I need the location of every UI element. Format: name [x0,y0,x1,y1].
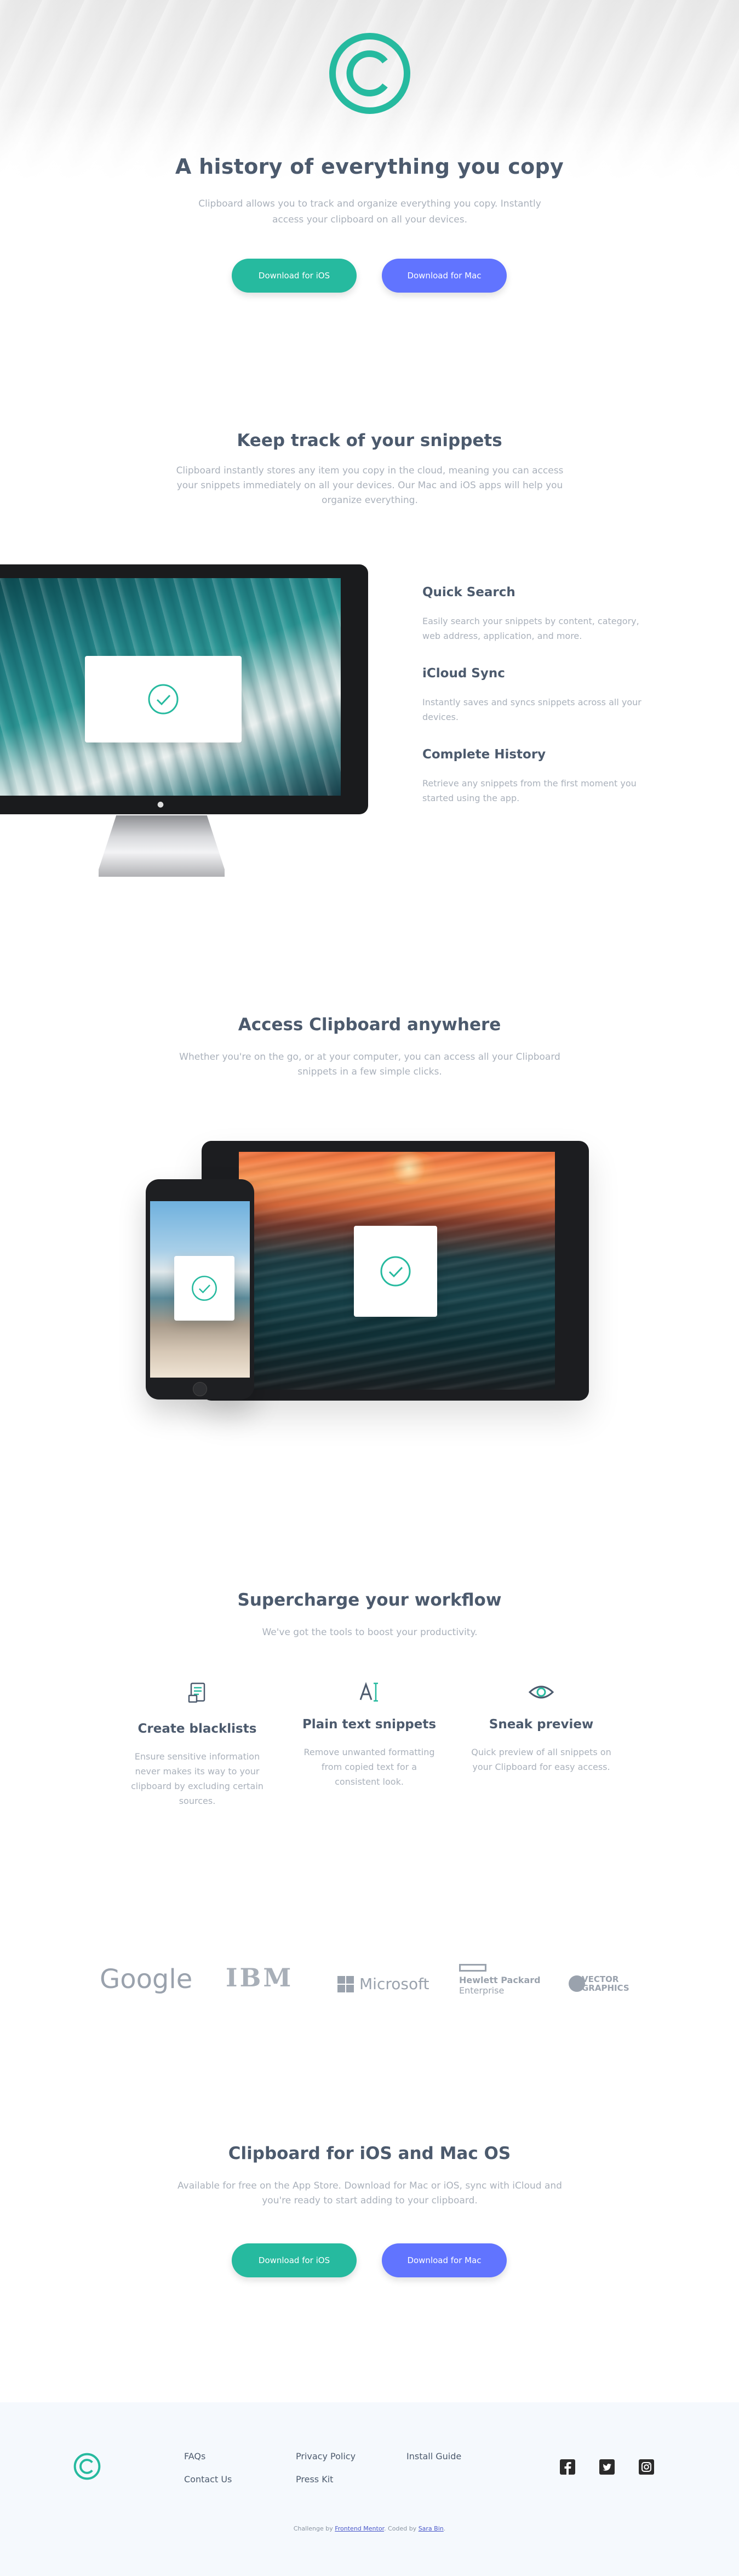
footer-link-privacy-policy[interactable]: Privacy Policy [296,2451,356,2461]
footer [0,2402,739,2576]
workflow-item-text-sneak-preview: Quick preview of all snippets on your Cl… [471,1747,611,1772]
footer-link-faqs[interactable]: FAQs [184,2451,205,2461]
workflow-description: We've got the tools to boost your produc… [262,1627,478,1638]
workflow-item-title-plain-text: Plain text snippets [302,1717,437,1732]
workflow-item-title-sneak-preview: Sneak preview [489,1717,594,1732]
instagram-icon[interactable] [638,2459,655,2475]
clipboard-logo-icon [329,33,410,114]
google-logo: Google [100,1964,193,1995]
microsoft-squares-icon [337,1975,354,1992]
feature-title-complete-history: Complete History [422,747,546,762]
check-circle-icon [148,684,179,715]
page: A history of everything you copy Clipboa… [0,0,739,2576]
blacklist-icon [188,1682,205,1703]
feature-text-quick-search: Easily search your snippets by content, … [422,616,639,641]
attribution-mid: . Coded by [384,2525,417,2532]
cta-download-ios-button[interactable]: Download for iOS [232,2243,357,2277]
footer-logo-icon[interactable] [73,2453,101,2480]
check-circle-icon [192,1276,217,1301]
vector-line2: GRAPHICS [582,1983,629,1993]
hp-line2: Enterprise [459,1985,505,1996]
vector-line1: VECTOR [582,1974,619,1984]
access-title: Access Clipboard anywhere [238,1015,501,1035]
facebook-icon[interactable] [559,2459,576,2475]
feature-title-icloud-sync: iCloud Sync [422,666,505,681]
feature-title-quick-search: Quick Search [422,585,515,599]
attribution-prefix: Challenge by [293,2525,333,2532]
download-mac-button[interactable]: Download for Mac [382,259,507,293]
monitor-screen [0,578,341,796]
hero-title: A history of everything you copy [175,155,564,179]
microsoft-logo: Microsoft [337,1975,429,1993]
vector-graphics-logo: VECTOR GRAPHICS [569,1975,629,1992]
feature-text-icloud-sync: Instantly saves and syncs snippets acros… [422,697,641,722]
author-link[interactable]: Sara Bin [419,2525,444,2532]
microsoft-logo-text: Microsoft [359,1975,429,1993]
check-card [85,656,242,742]
snippets-title: Keep track of your snippets [237,431,502,450]
monitor-image: ● [0,564,368,814]
workflow-item-title-blacklists: Create blacklists [138,1722,257,1736]
check-circle-icon [380,1256,411,1287]
download-ios-button[interactable]: Download for iOS [232,259,357,293]
monitor-stand [99,815,225,877]
workflow-item-text-plain-text: Remove unwanted formatting from copied t… [303,1747,435,1787]
phone-screen [150,1201,250,1378]
apple-logo-icon: ● [157,800,164,809]
frontend-mentor-link[interactable]: Frontend Mentor [335,2525,384,2532]
tablet-check-card [354,1226,437,1317]
workflow-item-text-blacklists: Ensure sensitive information never makes… [131,1751,263,1806]
attribution-end: . [443,2525,446,2532]
phone-image [146,1179,254,1400]
feature-text-complete-history: Retrieve any snippets from the first mom… [422,778,637,803]
footer-link-press-kit[interactable]: Press Kit [296,2474,333,2484]
cta-title: Clipboard for iOS and Mac OS [228,2144,511,2163]
hp-enterprise-logo: Hewlett Packard Enterprise [459,1964,541,1996]
phone-check-card [174,1256,234,1321]
phone-home-button [193,1382,207,1396]
tablet-image [202,1141,589,1401]
footer-link-install-guide[interactable]: Install Guide [406,2451,461,2461]
twitter-icon[interactable] [599,2459,615,2475]
footer-link-contact-us[interactable]: Contact Us [184,2474,232,2484]
snippets-description: Clipboard instantly stores any item you … [176,465,564,506]
hp-rectangle-icon [459,1964,486,1972]
ibm-logo: IBM [226,1963,294,1992]
cta-description: Available for free on the App Store. Dow… [177,2180,562,2206]
cta-download-mac-button[interactable]: Download for Mac [382,2243,507,2277]
eye-icon [528,1686,554,1699]
workflow-title: Supercharge your workflow [237,1590,502,1610]
hero-description: Clipboard allows you to track and organi… [198,198,541,225]
access-description: Whether you're on the go, or at your com… [179,1052,560,1077]
attribution: Challenge by Frontend Mentor. Coded by S… [0,2525,739,2532]
hp-line1: Hewlett Packard [459,1975,541,1985]
text-icon [359,1682,378,1702]
